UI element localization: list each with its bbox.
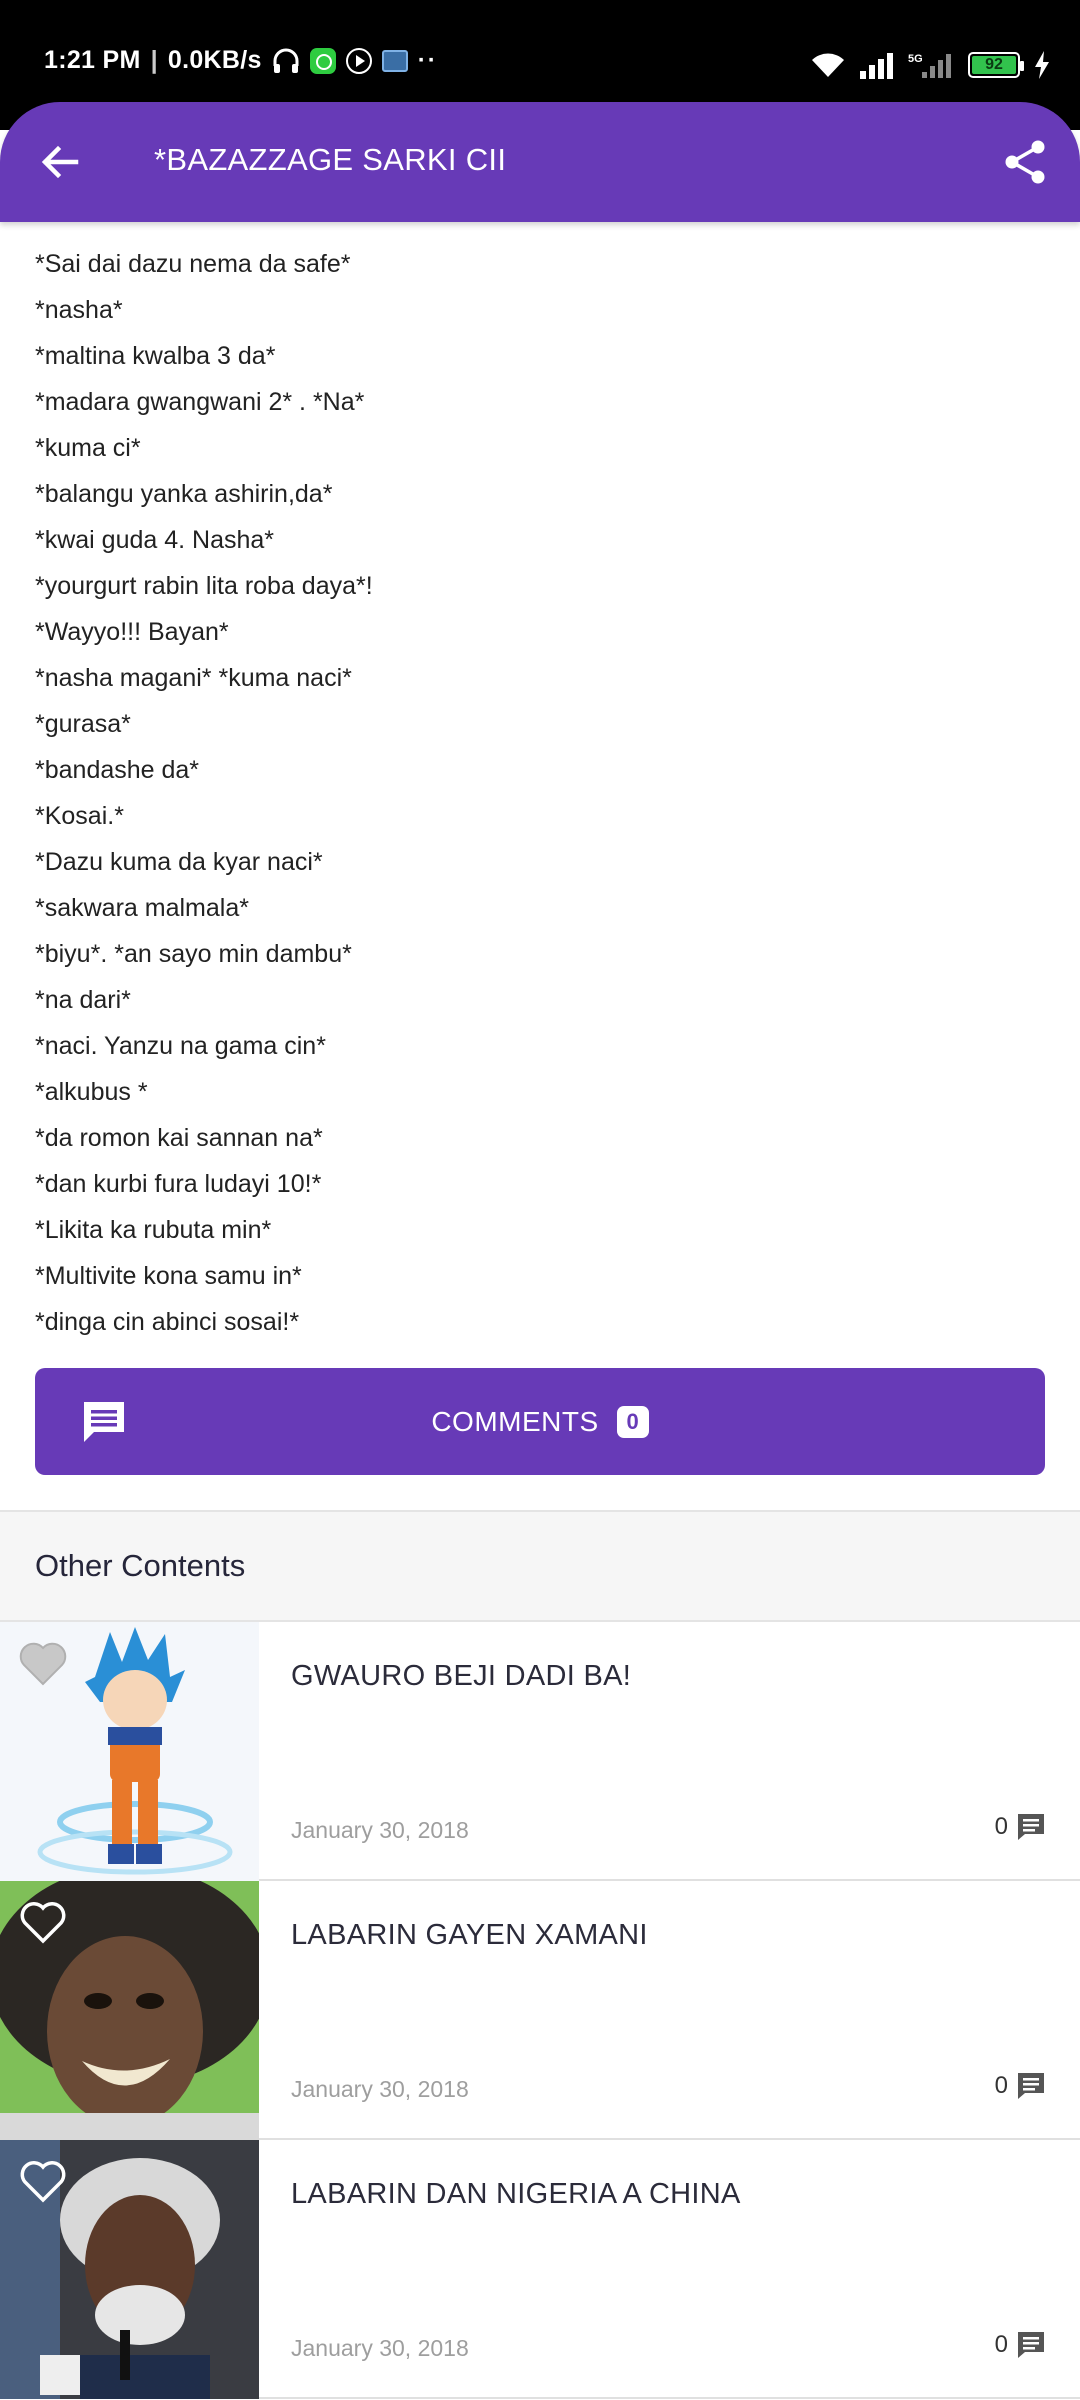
article-line: *sakwara malmala* xyxy=(35,894,249,922)
wifi-icon xyxy=(812,53,844,77)
charging-icon xyxy=(1035,51,1049,79)
app-bar: *BAZAZZAGE SARKI CII xyxy=(0,102,1080,222)
article-line: *kwai guda 4. Nasha* xyxy=(35,526,275,554)
whatsapp-icon xyxy=(309,47,336,74)
network-label: 5G xyxy=(908,53,923,65)
article-line: *Likita ka rubuta min* xyxy=(35,1216,272,1244)
comment-icon xyxy=(1018,1814,1044,1840)
article-line: *maltina kwalba 3 da* xyxy=(35,342,276,370)
content-item[interactable]: LABARIN DAN NIGERIA A CHINA January 30, … xyxy=(0,2140,1080,2399)
article-line: *da romon kai sannan na* xyxy=(35,1124,323,1152)
signal-5g-icon: 5G xyxy=(908,53,951,78)
item-date: January 30, 2018 xyxy=(291,1817,469,1843)
content-item[interactable]: LABARIN GAYEN XAMANI January 30, 2018 0 xyxy=(0,1881,1080,2140)
screen: 1:21 PM | 0.0KB/s ·· 5G 92 *BAZAZZAGE SA… xyxy=(0,0,1080,2400)
item-comment-count: 0 xyxy=(994,2331,1008,2358)
status-left: 1:21 PM | 0.0KB/s ·· xyxy=(44,46,438,75)
item-title[interactable]: LABARIN DAN NIGERIA A CHINA xyxy=(291,2178,741,2211)
article-line: *nasha magani* *kuma naci* xyxy=(35,664,352,692)
article-line: *dinga cin abinci sosai!* xyxy=(35,1308,300,1336)
share-icon[interactable] xyxy=(1002,138,1050,186)
article-line: *Wayyo!!! Bayan* xyxy=(35,618,229,646)
item-comments: 0 xyxy=(995,2071,1046,2101)
item-title[interactable]: GWAURO BEJI DADI BA! xyxy=(291,1660,631,1693)
article-line: *gurasa* xyxy=(35,710,131,738)
arrow-left-icon[interactable] xyxy=(36,138,84,186)
status-speed: 0.0KB/s xyxy=(167,46,262,74)
battery-icon: 92 xyxy=(968,52,1024,78)
article-line: *yourgurt rabin lita roba daya*! xyxy=(35,572,373,600)
item-comments: 0 xyxy=(995,1812,1046,1842)
more-notifications-icon: ·· xyxy=(417,46,438,74)
comments-count-badge: 0 xyxy=(616,1405,649,1438)
comment-icon xyxy=(1018,2332,1044,2358)
article-line: *Multivite kona samu in* xyxy=(35,1262,302,1290)
other-contents-header: Other Contents xyxy=(0,1510,1080,1622)
item-date: January 30, 2018 xyxy=(291,2076,469,2102)
heart-outline-icon[interactable] xyxy=(18,2158,68,2204)
article-line: *Sai dai dazu nema da safe* xyxy=(35,250,351,278)
battery-level: 92 xyxy=(972,56,1016,74)
article-line: *balangu yanka ashirin,da* xyxy=(35,480,333,508)
heart-filled-icon[interactable] xyxy=(18,1640,68,1686)
article-line: *madara gwangwani 2* . *Na* xyxy=(35,388,365,416)
item-date: January 30, 2018 xyxy=(291,2335,469,2361)
item-comment-count: 0 xyxy=(994,2072,1008,2099)
article-line: *naci. Yanzu na gama cin* xyxy=(35,1032,326,1060)
item-title[interactable]: LABARIN GAYEN XAMANI xyxy=(291,1919,648,1952)
content-item[interactable]: GWAURO BEJI DADI BA! January 30, 2018 0 xyxy=(0,1622,1080,1881)
page-title: *BAZAZZAGE SARKI CII xyxy=(154,142,507,177)
item-comments: 0 xyxy=(995,2330,1046,2360)
status-time: 1:21 PM xyxy=(44,46,141,74)
article-line: *Dazu kuma da kyar naci* xyxy=(35,848,323,876)
comments-button[interactable]: COMMENTS 0 xyxy=(35,1368,1045,1475)
headphones-icon xyxy=(273,48,299,73)
article-line: *bandashe da* xyxy=(35,756,200,784)
comment-icon xyxy=(1018,2073,1044,2099)
section-title: Other Contents xyxy=(35,1548,246,1583)
status-right: 5G 92 xyxy=(810,50,1050,80)
article-line: *nasha* xyxy=(35,296,123,324)
heart-outline-icon[interactable] xyxy=(18,1899,68,1945)
article-line: *dan kurbi fura ludayi 10!* xyxy=(35,1170,322,1198)
article-line: *kuma ci* xyxy=(35,434,141,462)
comments-label: COMMENTS xyxy=(431,1405,599,1437)
article-line: *na dari* xyxy=(35,986,131,1014)
item-comment-count: 0 xyxy=(994,1813,1008,1840)
signal-icon xyxy=(860,53,893,79)
play-icon xyxy=(345,47,372,74)
comment-icon xyxy=(84,1402,124,1442)
article-line: *Kosai.* xyxy=(35,802,124,830)
status-separator: | xyxy=(150,46,158,74)
article-line: *alkubus * xyxy=(35,1078,148,1106)
screen-icon xyxy=(381,49,408,72)
article-line: *biyu*. *an sayo min dambu* xyxy=(35,940,352,968)
